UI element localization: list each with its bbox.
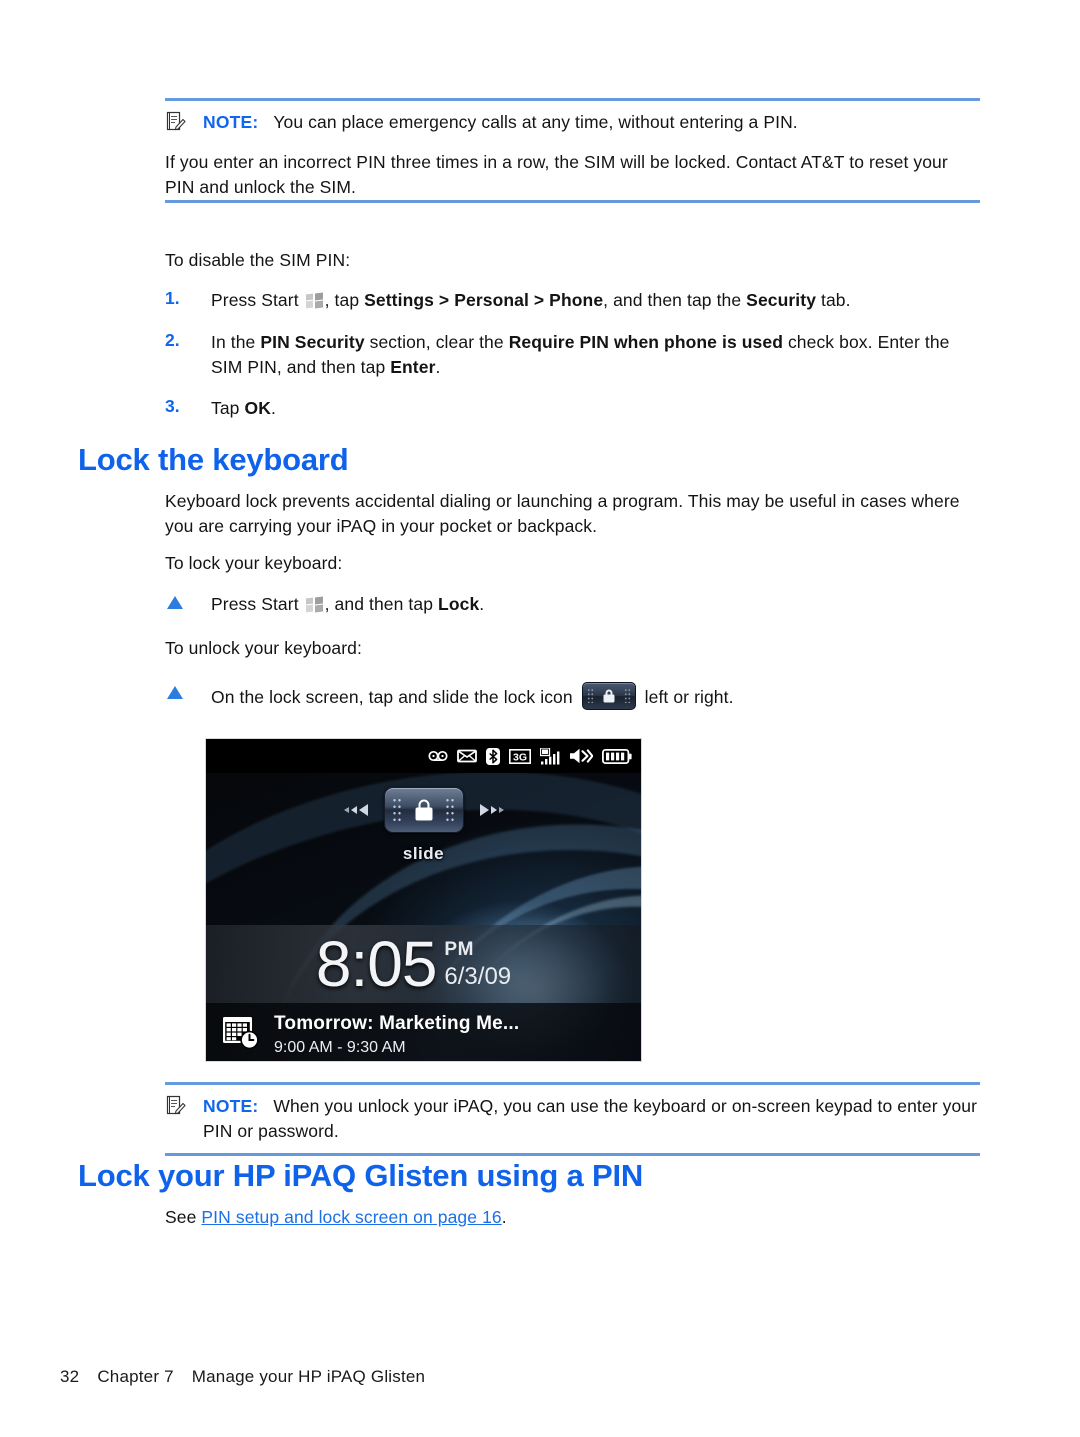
- step-text-segment: In the: [211, 332, 261, 352]
- phone-lock-screen-screenshot: 3G slide 8:05 PM 6/3/09 Tomorrow: Market…: [205, 738, 642, 1062]
- step-number: 3.: [165, 396, 180, 416]
- bullet-text: Press Start , and then tap Lock.: [211, 594, 484, 614]
- step-text-segment: .: [270, 398, 276, 418]
- 3g-icon: 3G: [509, 748, 531, 764]
- message-envelope-icon: [457, 749, 477, 763]
- appointment-notification[interactable]: Tomorrow: Marketing Me... 9:00 AM - 9:30…: [206, 1003, 641, 1061]
- step-text-bold: PIN Security: [260, 332, 365, 352]
- windows-start-flag-icon: [305, 596, 324, 613]
- step-3: 3. Tap OK.: [165, 396, 980, 421]
- paragraph-to-lock: To lock your keyboard:: [165, 553, 343, 573]
- bullet-text-segment: Press Start: [211, 594, 304, 614]
- page-heading-lock-keyboard: Lock the keyboard: [78, 442, 349, 477]
- status-bar: 3G: [206, 739, 641, 773]
- svg-text:3G: 3G: [513, 751, 527, 763]
- step-text: In the PIN Security section, clear the R…: [211, 332, 949, 377]
- step-2: 2. In the PIN Security section, clear th…: [165, 330, 980, 380]
- note-text-content: You can place emergency calls at any tim…: [273, 112, 798, 132]
- triangle-bullet-icon: [167, 686, 183, 699]
- note-rule-bottom: [165, 1153, 980, 1156]
- paragraph-see-reference: See PIN setup and lock screen on page 16…: [165, 1205, 980, 1230]
- appointment-time: 9:00 AM - 9:30 AM: [274, 1039, 406, 1056]
- step-text: Tap OK.: [211, 398, 276, 418]
- step-text-segment: , and then tap the: [603, 290, 747, 310]
- appointment-title: Tomorrow: Marketing Me...: [274, 1013, 520, 1034]
- clock-date: 6/3/09: [444, 963, 512, 990]
- clock-ampm: PM: [444, 939, 474, 960]
- step-text-bold: OK: [244, 398, 271, 418]
- step-text-bold: Security: [746, 290, 817, 310]
- triangle-bullet-icon: [167, 596, 183, 609]
- note-label: NOTE:: [203, 112, 259, 132]
- note-body: NOTE: You can place emergency calls at a…: [165, 101, 980, 144]
- note-block-bottom: NOTE: When you unlock your iPAQ, you can…: [165, 1082, 980, 1156]
- cross-reference-link[interactable]: PIN setup and lock screen on page 16: [201, 1207, 501, 1227]
- note-rule-bottom-wrap: [165, 200, 980, 203]
- paragraph-disable-sim-pin: To disable the SIM PIN:: [165, 250, 351, 270]
- clock-time: 8:05: [315, 928, 438, 1000]
- page-footer: 32 Chapter 7 Manage your HP iPAQ Glisten: [60, 1367, 443, 1387]
- slider-grip-right: [444, 797, 456, 823]
- note-block-top: NOTE: You can place emergency calls at a…: [165, 98, 980, 144]
- speaker-icon: [569, 748, 593, 764]
- note-text-content: When you unlock your iPAQ, you can use t…: [203, 1096, 978, 1141]
- bullet-text-segment: On the lock screen, tap and slide the lo…: [211, 687, 578, 707]
- bullet-text-segment: , and then tap: [324, 594, 439, 614]
- see-prefix: See: [165, 1207, 202, 1227]
- step-text-segment: , tap: [324, 290, 365, 310]
- padlock-icon: [415, 799, 432, 821]
- step-text-segment: Tap: [211, 398, 245, 418]
- step-text-bold: Enter: [390, 357, 436, 377]
- bullet-press-start-lock: Press Start , and then tap Lock.: [165, 592, 980, 617]
- unlock-slider-row[interactable]: [206, 787, 641, 833]
- document-page: NOTE: You can place emergency calls at a…: [0, 0, 1080, 1437]
- slider-grip-left: [391, 797, 403, 823]
- signal-bars-icon: [540, 747, 560, 765]
- bluetooth-icon: [486, 747, 500, 765]
- step-text: Press Start , tap Settings > Personal > …: [211, 290, 851, 310]
- windows-start-flag-icon: [305, 292, 324, 309]
- appointment-text: Tomorrow: Marketing Me... 9:00 AM - 9:30…: [274, 1012, 519, 1061]
- bullet-text: On the lock screen, tap and slide the lo…: [211, 682, 734, 710]
- paragraph-to-unlock: To unlock your keyboard:: [165, 638, 362, 658]
- note-label: NOTE:: [203, 1096, 259, 1116]
- note-icon: [165, 111, 187, 133]
- bullet-text-bold: Lock: [438, 594, 480, 614]
- step-text-segment: Press Start: [211, 290, 304, 310]
- note-text: NOTE: You can place emergency calls at a…: [203, 112, 798, 132]
- lock-slider-handle[interactable]: [383, 787, 464, 833]
- lock-slider-inline-icon: [581, 682, 636, 710]
- page-heading-lock-pin: Lock your HP iPAQ Glisten using a PIN: [78, 1158, 644, 1193]
- note-rule-bottom: [165, 200, 980, 203]
- bullet-text-segment: left or right.: [639, 687, 734, 707]
- footer-page-number: 32: [60, 1367, 80, 1386]
- step-text-segment: section, clear the: [364, 332, 509, 352]
- battery-icon: [602, 748, 632, 764]
- step-text-segment: tab.: [816, 290, 851, 310]
- arrows-left-icon: [343, 804, 368, 816]
- clock-panel: 8:05 PM 6/3/09: [206, 925, 641, 1003]
- step-number: 1.: [165, 288, 180, 308]
- bullet-text-segment: .: [479, 594, 485, 614]
- slide-label: slide: [402, 844, 445, 863]
- appointment-location: Seattle: [274, 1060, 519, 1061]
- note-icon: [165, 1095, 187, 1117]
- calendar-clock-icon: [222, 1014, 262, 1052]
- voicemail-icon: [428, 750, 448, 762]
- note-text: NOTE: When you unlock your iPAQ, you can…: [203, 1096, 977, 1141]
- step-number: 2.: [165, 330, 180, 350]
- footer-chapter-title: Manage your HP iPAQ Glisten: [191, 1367, 426, 1386]
- step-1: 1. Press Start , tap Settings > Personal…: [165, 288, 980, 313]
- step-text-bold: Require PIN when phone is used: [508, 332, 783, 352]
- step-text-segment: .: [435, 357, 441, 377]
- footer-chapter: Chapter 7: [97, 1367, 174, 1386]
- step-text-bold: Settings > Personal > Phone: [364, 290, 604, 310]
- paragraph-keyboard-lock: Keyboard lock prevents accidental dialin…: [165, 491, 960, 536]
- note-body: NOTE: When you unlock your iPAQ, you can…: [165, 1085, 980, 1153]
- arrows-right-icon: [479, 804, 504, 816]
- see-suffix: .: [501, 1207, 507, 1227]
- bullet-slide-lock-icon: On the lock screen, tap and slide the lo…: [165, 682, 980, 710]
- paragraph-incorrect-pin: If you enter an incorrect PIN three time…: [165, 152, 948, 197]
